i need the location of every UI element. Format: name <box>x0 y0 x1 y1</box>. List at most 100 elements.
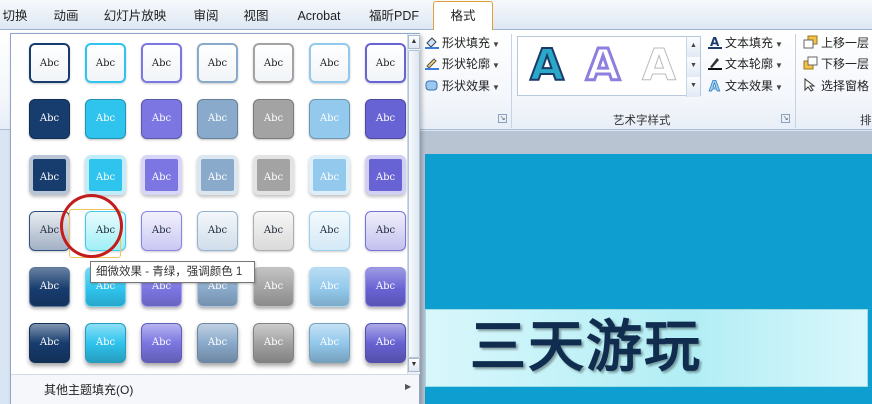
chevron-down-icon: ▼ <box>492 83 500 92</box>
scroll-thumb[interactable] <box>408 50 420 358</box>
shape-style-swatch[interactable]: Abc <box>141 323 182 363</box>
text-effects-button[interactable]: A 文本效果 ▼ <box>707 76 783 96</box>
shape-style-swatch[interactable]: Abc <box>309 99 350 139</box>
dropdown-scrollbar[interactable]: ▲ ▼ <box>407 34 420 374</box>
chevron-down-icon: ▼ <box>775 61 783 70</box>
style-tooltip: 细微效果 - 青绿，强调颜色 1 <box>90 261 255 283</box>
shape-effects-icon <box>424 78 440 92</box>
send-backward-icon <box>803 56 819 70</box>
tab-foxit-pdf[interactable]: 福昕PDF <box>364 6 424 30</box>
scroll-down-button[interactable]: ▼ <box>408 358 420 372</box>
more-theme-fills-item[interactable]: 其他主题填充(O) ▶ <box>11 374 419 404</box>
shape-effects-button[interactable]: 形状效果 ▼ <box>424 76 500 96</box>
shape-style-swatch[interactable]: Abc <box>309 323 350 363</box>
shape-style-swatch[interactable]: Abc <box>141 211 182 251</box>
shape-style-swatch[interactable]: Abc <box>365 211 406 251</box>
shape-style-swatch[interactable]: Abc <box>29 43 70 83</box>
tab-format[interactable]: 格式 <box>433 1 493 31</box>
send-backward-label: 下移一层 <box>821 57 870 71</box>
wordart-dialog-launcher[interactable]: ↘ <box>781 114 790 123</box>
svg-text:A: A <box>709 79 720 92</box>
shape-style-swatch[interactable]: Abc <box>253 43 294 83</box>
shape-style-swatch[interactable]: Abc <box>141 155 182 195</box>
shape-style-swatch[interactable]: Abc <box>253 267 294 307</box>
shape-style-swatch[interactable]: Abc <box>85 323 126 363</box>
bring-forward-icon <box>803 35 819 49</box>
more-theme-fills-label: 其他主题填充(O) <box>44 383 134 397</box>
gallery-scroll-down-button[interactable]: ▼ <box>686 57 700 77</box>
shape-outline-button[interactable]: 形状轮廓 ▼ <box>424 54 500 74</box>
shape-style-swatch[interactable]: Abc <box>309 155 350 195</box>
shape-styles-dialog-launcher[interactable]: ↘ <box>498 114 507 123</box>
shape-outline-label: 形状轮廓 <box>442 57 491 71</box>
paint-bucket-icon <box>424 35 440 49</box>
bring-forward-button[interactable]: 上移一层▼ <box>803 33 872 53</box>
shape-style-swatch[interactable]: Abc <box>85 43 126 83</box>
shape-style-swatch[interactable]: Abc <box>365 99 406 139</box>
text-outline-icon <box>707 56 723 70</box>
selection-pane-button[interactable]: 选择窗格 <box>803 76 869 96</box>
tab-acrobat[interactable]: Acrobat <box>290 6 348 30</box>
wordart-styles-gallery[interactable]: A A A ▲ ▼ ▼ <box>517 36 701 97</box>
tab-view[interactable]: 视图 <box>238 6 274 30</box>
shape-style-swatch[interactable]: Abc <box>197 155 238 195</box>
text-effects-icon: A <box>707 78 723 96</box>
shape-style-swatch[interactable]: Abc <box>365 267 406 307</box>
chevron-down-icon: ▼ <box>775 83 783 92</box>
shape-style-swatch[interactable]: Abc <box>309 43 350 83</box>
wordart-group-label: 艺术字样式 <box>613 115 671 127</box>
shape-style-swatch[interactable]: Abc <box>309 211 350 251</box>
shape-style-swatch[interactable]: Abc <box>197 211 238 251</box>
tab-review[interactable]: 审阅 <box>186 6 226 30</box>
shape-style-swatch[interactable]: Abc <box>29 155 70 195</box>
shape-style-swatch[interactable]: Abc <box>197 43 238 83</box>
shape-style-swatch[interactable]: Abc <box>365 43 406 83</box>
slide-title: 三天游玩 <box>470 314 702 380</box>
shape-style-swatch[interactable]: Abc <box>197 99 238 139</box>
shape-style-swatch[interactable]: Abc <box>253 323 294 363</box>
shape-style-swatch[interactable]: Abc <box>309 267 350 307</box>
shape-style-swatch[interactable]: Abc <box>253 155 294 195</box>
scroll-up-button[interactable]: ▲ <box>408 35 420 49</box>
text-outline-label: 文本轮廓 <box>725 57 774 71</box>
text-fill-button[interactable]: A 文本填充 ▼ <box>707 33 783 53</box>
shape-style-swatch[interactable]: Abc <box>365 155 406 195</box>
wordart-style-plain[interactable]: A <box>641 40 676 91</box>
ribbon-tab-bar: 切换 动画 幻灯片放映 审阅 视图 Acrobat 福昕PDF 格式 <box>0 0 872 31</box>
shape-style-swatch[interactable]: Abc <box>197 323 238 363</box>
gallery-expand-button[interactable]: ▼ <box>686 77 700 97</box>
shape-style-swatch[interactable]: Abc <box>141 43 182 83</box>
shape-style-swatch[interactable]: Abc <box>29 323 70 363</box>
send-backward-button[interactable]: 下移一层▼ <box>803 54 872 74</box>
chevron-down-icon: ▼ <box>492 61 500 70</box>
shape-style-swatch[interactable]: Abc <box>29 99 70 139</box>
shape-effects-label: 形状效果 <box>442 79 491 93</box>
tab-animations[interactable]: 动画 <box>46 6 86 30</box>
shape-style-swatch[interactable]: Abc <box>365 323 406 363</box>
selection-pane-icon <box>803 77 819 92</box>
pen-icon <box>424 56 440 70</box>
chevron-down-icon: ▼ <box>775 40 783 49</box>
arrange-group-label: 排 <box>860 115 872 127</box>
shape-style-swatch[interactable]: Abc <box>85 155 126 195</box>
tab-transitions[interactable]: 切换 <box>0 6 30 30</box>
wordart-style-purple-outline[interactable]: A <box>584 39 621 92</box>
wordart-style-cyan[interactable]: A <box>529 40 565 92</box>
tab-slideshow[interactable]: 幻灯片放映 <box>100 6 170 30</box>
text-effects-label: 文本效果 <box>725 79 774 93</box>
shape-style-swatch[interactable]: Abc <box>141 99 182 139</box>
shape-style-swatch[interactable]: Abc <box>29 267 70 307</box>
text-outline-button[interactable]: 文本轮廓 ▼ <box>707 54 783 74</box>
group-divider <box>795 34 796 128</box>
annotation-circle <box>60 194 123 258</box>
selection-pane-label: 选择窗格 <box>821 79 870 93</box>
shape-fill-button[interactable]: 形状填充 ▼ <box>424 33 500 53</box>
chevron-down-icon: ▼ <box>492 40 500 49</box>
bring-forward-label: 上移一层 <box>821 36 870 50</box>
shape-style-swatch[interactable]: Abc <box>85 99 126 139</box>
text-fill-label: 文本填充 <box>725 36 774 50</box>
svg-text:A: A <box>710 35 720 49</box>
shape-style-swatch[interactable]: Abc <box>253 99 294 139</box>
shape-style-swatch[interactable]: Abc <box>253 211 294 251</box>
gallery-scroll-up-button[interactable]: ▲ <box>686 37 700 57</box>
